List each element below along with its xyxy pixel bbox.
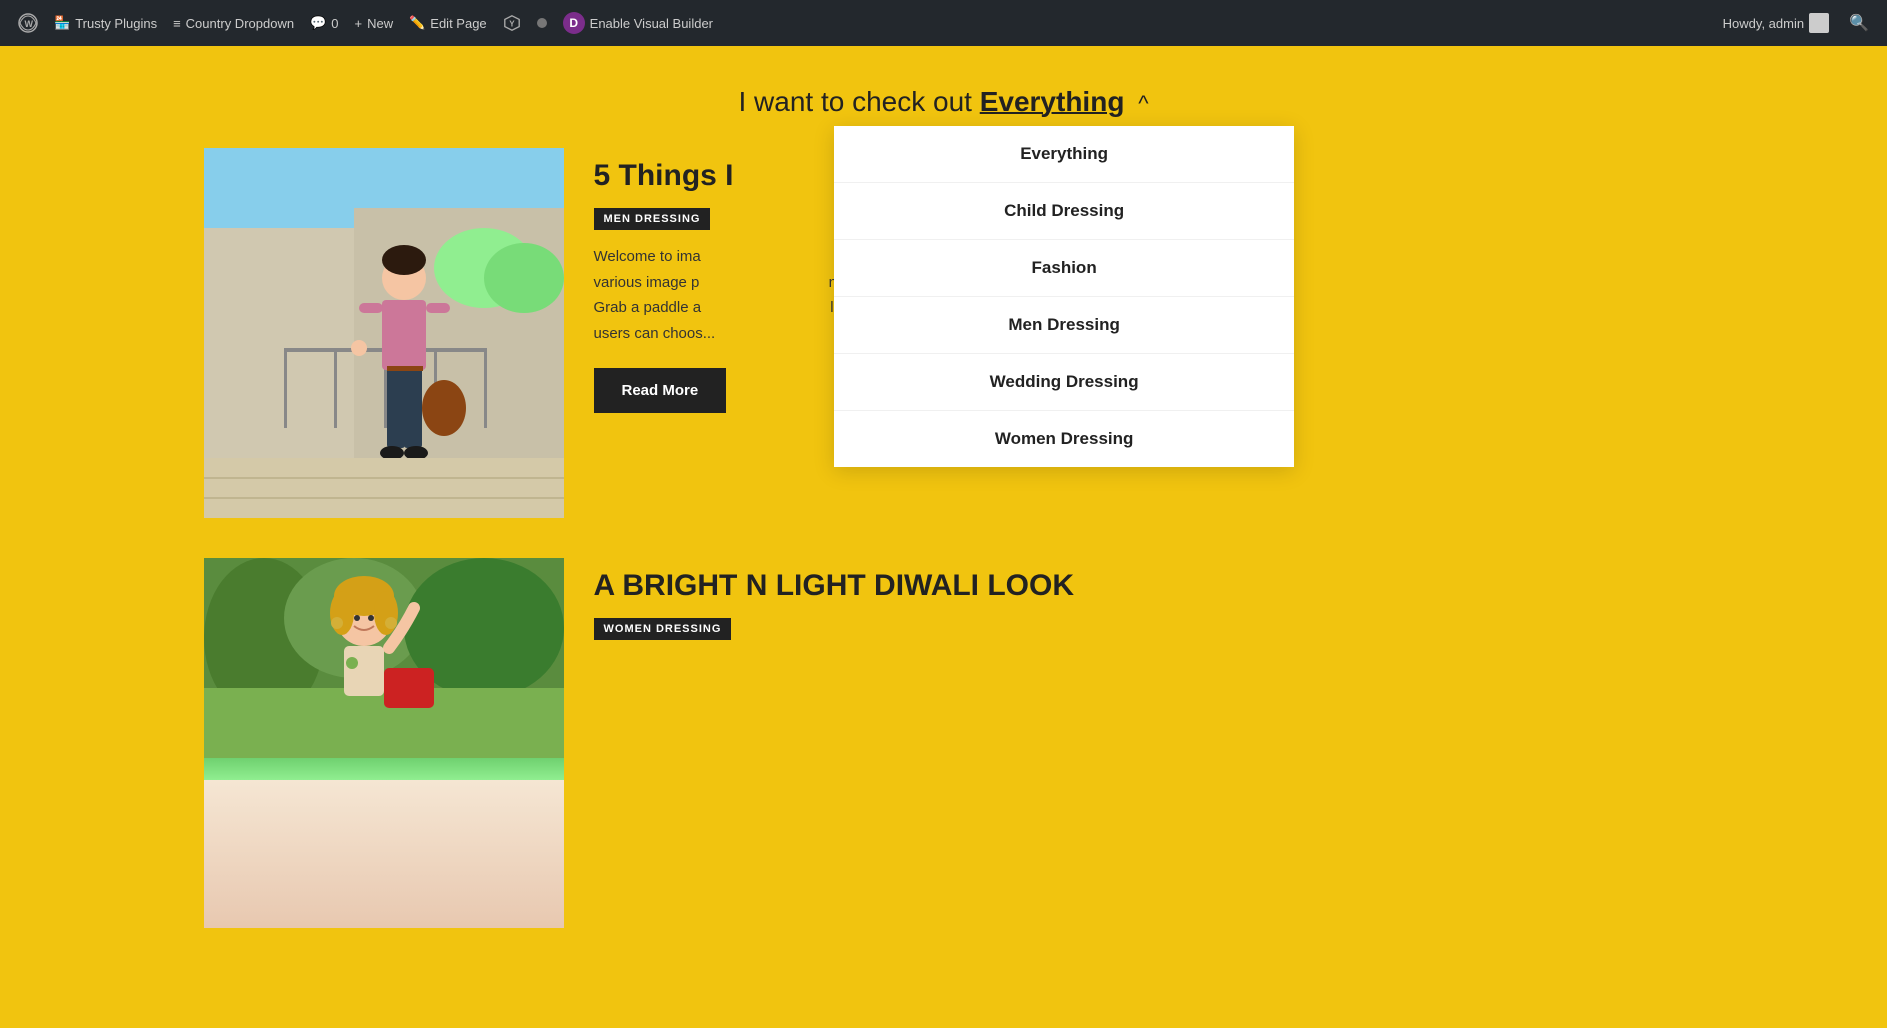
search-button[interactable]: 🔍 bbox=[1841, 0, 1877, 46]
edit-page-button[interactable]: ✏️ Edit Page bbox=[401, 0, 495, 46]
edit-label: Edit Page bbox=[430, 16, 486, 31]
comments-button[interactable]: 💬 0 bbox=[302, 0, 346, 46]
pencil-icon: ✏️ bbox=[409, 15, 425, 31]
menu-label: Country Dropdown bbox=[186, 16, 294, 31]
plus-icon: + bbox=[354, 16, 362, 31]
dropdown-item-men-dressing[interactable]: Men Dressing bbox=[834, 297, 1294, 354]
admin-bar: W 🏪 Trusty Plugins ≡ Country Dropdown 💬 … bbox=[0, 0, 1887, 46]
visual-builder-button[interactable]: D Enable Visual Builder bbox=[555, 0, 721, 46]
post-tag: MEN DRESSING bbox=[594, 208, 711, 230]
menu-icon: ≡ bbox=[173, 16, 181, 31]
dropdown-item-child-dressing[interactable]: Child Dressing bbox=[834, 183, 1294, 240]
comments-count: 0 bbox=[331, 16, 338, 31]
post-tag-2: WOMEN DRESSING bbox=[594, 618, 732, 640]
howdy-label: Howdy, admin bbox=[1723, 16, 1804, 31]
category-dropdown-container: Everything ^ Everything Child Dressing F… bbox=[980, 86, 1149, 118]
dot-button[interactable] bbox=[529, 0, 555, 46]
filter-prefix: I want to check out bbox=[738, 86, 971, 117]
status-dot bbox=[537, 18, 547, 28]
dropdown-item-everything[interactable]: Everything bbox=[834, 126, 1294, 183]
dropdown-item-fashion[interactable]: Fashion bbox=[834, 240, 1294, 297]
site-name-label: Trusty Plugins bbox=[75, 16, 157, 31]
dropdown-item-women-dressing[interactable]: Women Dressing bbox=[834, 411, 1294, 467]
comments-icon: 💬 bbox=[310, 15, 326, 31]
dropdown-item-wedding-dressing[interactable]: Wedding Dressing bbox=[834, 354, 1294, 411]
read-more-button[interactable]: Read More bbox=[594, 368, 727, 413]
site-name-button[interactable]: 🏪 Trusty Plugins bbox=[46, 0, 165, 46]
dropdown-caret[interactable]: ^ bbox=[1138, 91, 1148, 116]
post-item: A BRIGHT N LIGHT DIWALI LOOK WOMEN DRESS… bbox=[204, 558, 1684, 928]
selected-category[interactable]: Everything bbox=[980, 86, 1125, 117]
post-title-2: A BRIGHT N LIGHT DIWALI LOOK bbox=[594, 568, 1684, 604]
adminbar-right: Howdy, admin 🔍 bbox=[1715, 0, 1877, 46]
avatar bbox=[1809, 13, 1829, 33]
visual-builder-label: Enable Visual Builder bbox=[590, 16, 713, 31]
howdy-button[interactable]: Howdy, admin bbox=[1715, 0, 1837, 46]
post-content-2: A BRIGHT N LIGHT DIWALI LOOK WOMEN DRESS… bbox=[594, 558, 1684, 654]
divi-icon: D bbox=[563, 12, 585, 34]
svg-text:W: W bbox=[25, 19, 34, 29]
menu-button[interactable]: ≡ Country Dropdown bbox=[165, 0, 302, 46]
category-dropdown-menu: Everything Child Dressing Fashion Men Dr… bbox=[834, 126, 1294, 467]
filter-header: I want to check out Everything ^ Everyth… bbox=[20, 86, 1867, 118]
new-content-button[interactable]: + New bbox=[346, 0, 401, 46]
post-thumbnail bbox=[204, 148, 564, 518]
new-label: New bbox=[367, 16, 393, 31]
page-content: I want to check out Everything ^ Everyth… bbox=[0, 46, 1887, 1028]
svg-text:Y: Y bbox=[509, 20, 515, 29]
search-icon: 🔍 bbox=[1849, 13, 1869, 33]
post-thumbnail-2 bbox=[204, 558, 564, 928]
yoast-button[interactable]: Y bbox=[495, 0, 529, 46]
wp-logo-button[interactable]: W bbox=[10, 0, 46, 46]
woo-icon: 🏪 bbox=[54, 15, 70, 31]
